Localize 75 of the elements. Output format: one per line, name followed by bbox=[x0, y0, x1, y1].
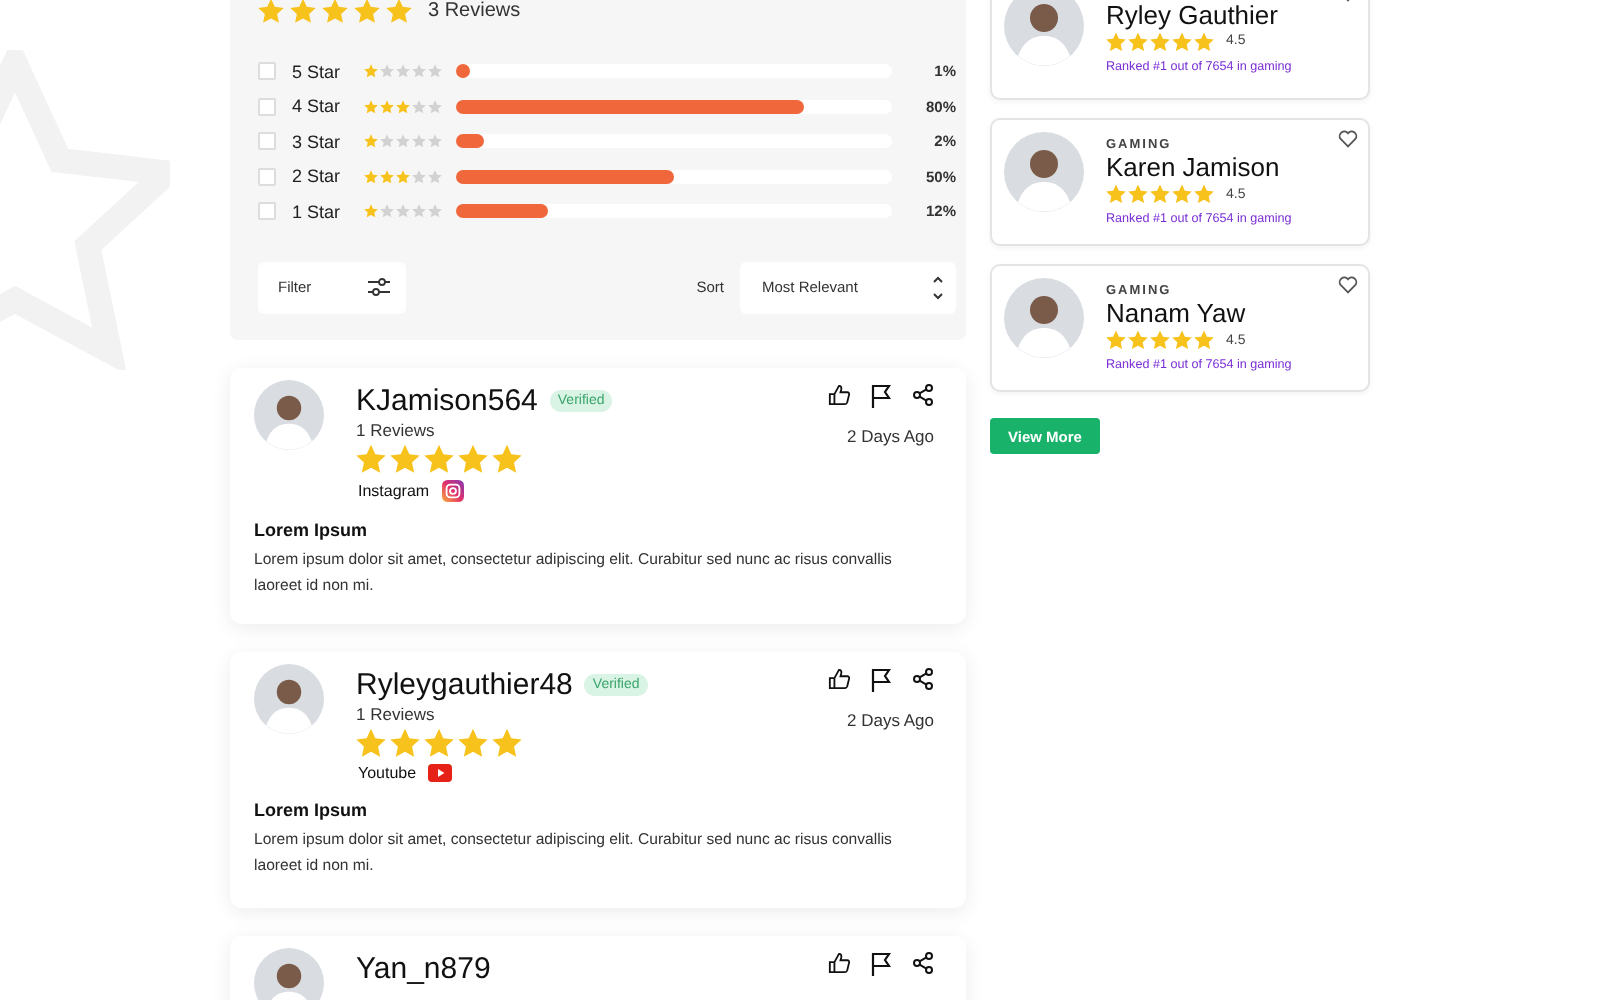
camera-icon bbox=[441, 479, 464, 501]
star-icon bbox=[390, 727, 420, 757]
star-filter-label: 3 Star bbox=[292, 131, 343, 152]
star-icon bbox=[356, 443, 386, 473]
star-icon bbox=[458, 443, 488, 473]
share-icon[interactable] bbox=[912, 383, 934, 405]
username: Yan_n879 bbox=[356, 951, 491, 985]
star-icon bbox=[1150, 184, 1170, 204]
username: KJamison564 bbox=[356, 383, 538, 417]
platform-name: Youtube bbox=[358, 763, 417, 781]
star-icon bbox=[1194, 31, 1214, 51]
review-count: 1 Reviews bbox=[356, 703, 437, 723]
star-icon bbox=[1194, 184, 1214, 204]
play-icon bbox=[428, 763, 453, 781]
avatar bbox=[254, 379, 324, 449]
star-icon bbox=[424, 727, 454, 757]
star-icon bbox=[1172, 31, 1192, 51]
chevron-up-down-icon bbox=[932, 273, 944, 301]
thumbs-up-icon[interactable] bbox=[828, 667, 850, 689]
star-icon bbox=[492, 443, 522, 473]
avatar bbox=[1004, 0, 1084, 66]
platform-name: Instagram bbox=[358, 481, 430, 499]
flag-icon[interactable] bbox=[870, 667, 892, 691]
checkbox[interactable] bbox=[258, 202, 276, 221]
review-title: Lorem Ipsum bbox=[254, 519, 370, 539]
thumbs-up-icon[interactable] bbox=[828, 951, 850, 973]
avatar bbox=[1004, 132, 1084, 212]
review-count: 3 Reviews bbox=[428, 0, 521, 22]
heart-icon[interactable] bbox=[1338, 276, 1358, 294]
star-icon bbox=[386, 0, 412, 24]
star-icon bbox=[1106, 31, 1126, 51]
star-icon bbox=[356, 727, 386, 757]
star-filter-label: 4 Star bbox=[292, 96, 343, 117]
avatar bbox=[1004, 278, 1084, 358]
share-icon[interactable] bbox=[912, 951, 934, 973]
star-icon bbox=[458, 727, 488, 757]
thumbs-up-icon[interactable] bbox=[828, 383, 850, 405]
share-icon[interactable] bbox=[912, 667, 934, 689]
star-icon bbox=[1194, 330, 1214, 350]
star-icon bbox=[1172, 330, 1192, 350]
creator-name: Karen Jamison bbox=[1106, 152, 1282, 182]
checkbox[interactable] bbox=[258, 97, 276, 116]
checkbox[interactable] bbox=[258, 132, 276, 151]
heart-icon[interactable] bbox=[1338, 130, 1358, 148]
star-icon bbox=[424, 443, 454, 473]
flag-icon[interactable] bbox=[870, 951, 892, 975]
checkbox[interactable] bbox=[258, 167, 276, 186]
star-icon bbox=[322, 0, 348, 24]
username: Ryleygauthier48 bbox=[356, 667, 573, 701]
star-filter-label: 1 Star bbox=[292, 201, 343, 222]
star-icon bbox=[1128, 31, 1148, 51]
flag-icon[interactable] bbox=[870, 383, 892, 407]
star-icon bbox=[1172, 184, 1192, 204]
star-icon bbox=[1106, 184, 1126, 204]
creator-name: Ryley Gauthier bbox=[1106, 0, 1280, 29]
star-icon bbox=[1128, 330, 1148, 350]
star-icon bbox=[290, 0, 316, 24]
sliders-icon bbox=[368, 278, 390, 296]
star-icon bbox=[1106, 330, 1126, 350]
creator-name: Nanam Yaw bbox=[1106, 298, 1248, 328]
review-title: Lorem Ipsum bbox=[254, 799, 370, 819]
star-icon bbox=[354, 0, 380, 24]
star-icon bbox=[1128, 184, 1148, 204]
star-icon bbox=[492, 727, 522, 757]
star-icon bbox=[390, 443, 420, 473]
review-date: 2 Days Ago bbox=[847, 709, 934, 729]
checkbox[interactable] bbox=[258, 62, 276, 81]
star-icon bbox=[1150, 330, 1170, 350]
review-count: 1 Reviews bbox=[356, 419, 437, 439]
star-filter-label: 2 Star bbox=[292, 166, 343, 187]
avatar bbox=[254, 663, 324, 733]
star-icon bbox=[1150, 31, 1170, 51]
star-filter-label: 5 Star bbox=[292, 61, 343, 82]
star-icon bbox=[258, 0, 284, 24]
review-date: 2 Days Ago bbox=[847, 425, 934, 445]
